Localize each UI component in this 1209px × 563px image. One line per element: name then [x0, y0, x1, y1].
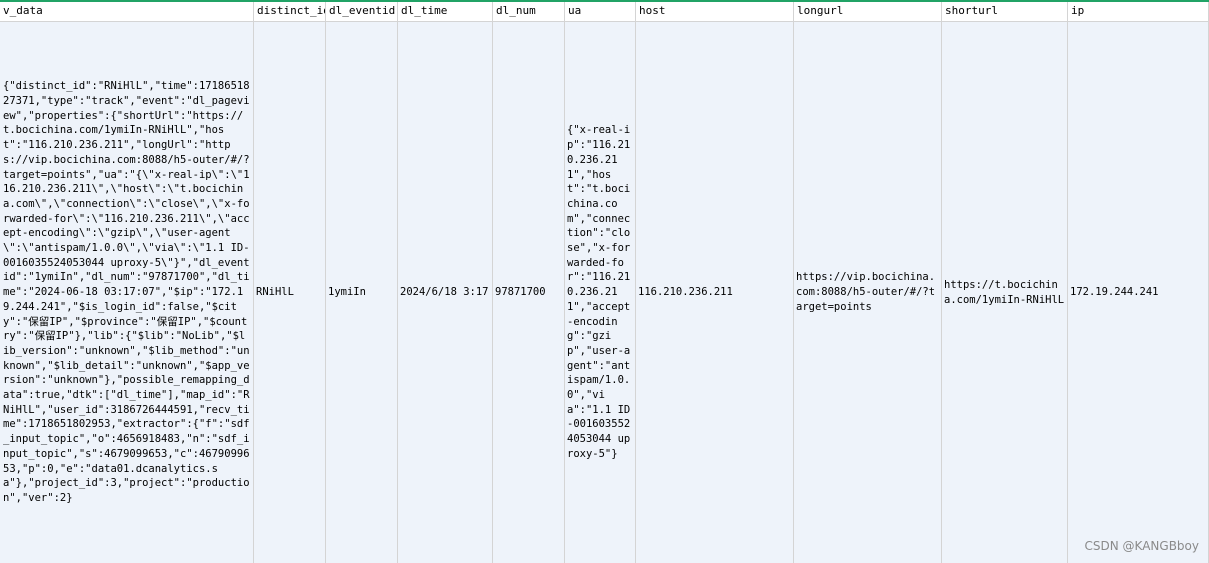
cell-v-data[interactable]: {"distinct_id":"RNiHlL","time":171865182…: [0, 22, 254, 563]
cell-ua-text: {"x-real-ip":"116.210.236.211","host":"t…: [567, 124, 631, 460]
cell-dl-eventid-text: 1ymiIn: [328, 286, 366, 299]
cell-host[interactable]: 116.210.236.211: [636, 22, 794, 563]
column-header-v-data[interactable]: v_data: [0, 2, 254, 22]
column-header-distinct-id[interactable]: distinct_id: [254, 2, 326, 22]
column-header-dl-eventid[interactable]: dl_eventid: [326, 2, 398, 22]
cell-dl-num[interactable]: 97871700: [493, 22, 565, 563]
cell-longurl[interactable]: https://vip.bocichina.com:8088/h5-outer/…: [794, 22, 942, 563]
column-header-dl-num[interactable]: dl_num: [493, 2, 565, 22]
cell-dl-num-text: 97871700: [495, 286, 546, 299]
cell-host-text: 116.210.236.211: [638, 286, 733, 299]
column-header-ip[interactable]: ip: [1068, 2, 1209, 22]
cell-dl-time[interactable]: 2024/6/18 3:17: [398, 22, 493, 563]
cell-shorturl-text: https://t.bocichina.com/1ymiIn-RNiHlL: [944, 278, 1065, 306]
cell-dl-time-text: 2024/6/18 3:17: [400, 286, 489, 299]
spreadsheet-grid: v_data distinct_id dl_eventid dl_time dl…: [0, 2, 1209, 563]
cell-distinct-id-text: RNiHlL: [256, 286, 294, 299]
cell-ip-text: 172.19.244.241: [1070, 286, 1159, 299]
cell-longurl-text: https://vip.bocichina.com:8088/h5-outer/…: [796, 271, 936, 313]
cell-distinct-id[interactable]: RNiHlL: [254, 22, 326, 563]
cell-dl-eventid[interactable]: 1ymiIn: [326, 22, 398, 563]
cell-shorturl[interactable]: https://t.bocichina.com/1ymiIn-RNiHlL: [942, 22, 1068, 563]
cell-ip[interactable]: 172.19.244.241: [1068, 22, 1209, 563]
column-header-ua[interactable]: ua: [565, 2, 636, 22]
watermark: CSDN @KANGBboy: [1084, 539, 1199, 553]
column-header-shorturl[interactable]: shorturl: [942, 2, 1068, 22]
column-header-dl-time[interactable]: dl_time: [398, 2, 493, 22]
column-header-host[interactable]: host: [636, 2, 794, 22]
cell-ua[interactable]: {"x-real-ip":"116.210.236.211","host":"t…: [565, 22, 636, 563]
cell-v-data-text: {"distinct_id":"RNiHlL","time":171865182…: [3, 80, 250, 504]
column-header-longurl[interactable]: longurl: [794, 2, 942, 22]
